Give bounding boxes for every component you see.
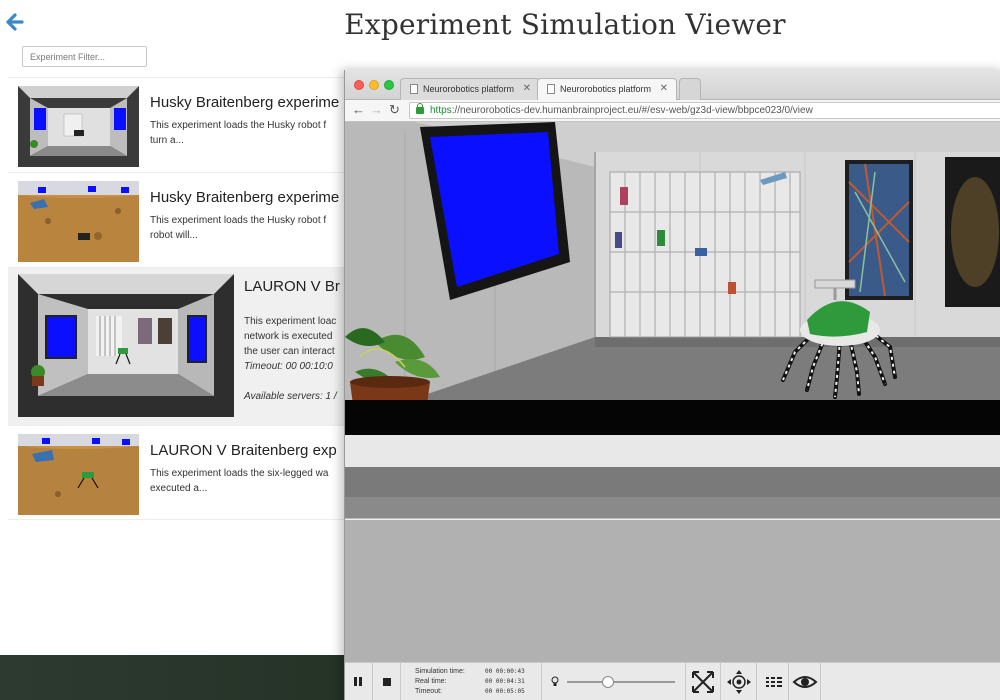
maximize-window-button[interactable]	[384, 80, 394, 90]
eye-icon	[792, 676, 818, 688]
close-tab-icon[interactable]: ✕	[523, 83, 531, 94]
divider	[541, 663, 542, 700]
viewport-band	[345, 467, 1000, 497]
page: Experiment Simulation Viewer Husky Brait…	[0, 0, 1000, 700]
address-bar[interactable]: https://neurorobotics-dev.humanbrainproj…	[409, 102, 1000, 119]
browser-back-icon[interactable]: ←	[352, 102, 365, 117]
experiment-list: Husky Braitenberg experime This experime…	[8, 77, 348, 520]
simulation-3d-viewport[interactable]	[345, 122, 1000, 435]
slider-handle[interactable]	[602, 676, 615, 688]
experiment-thumbnail[interactable]	[18, 274, 234, 417]
timeout-value: 00 00:05:05	[485, 688, 525, 695]
document-icon	[547, 84, 555, 94]
pause-button[interactable]	[345, 663, 373, 700]
experiment-title: Husky Braitenberg experime	[150, 189, 340, 206]
experiment-timeout: Timeout: 00 00:10:0	[244, 361, 333, 372]
timer-row: Simulation time: 00 00:00:43	[415, 667, 525, 677]
robot-view-button[interactable]	[757, 663, 789, 700]
move-arrows-icon	[692, 671, 714, 693]
experiment-item[interactable]: LAURON V Braitenberg exp This experiment…	[8, 425, 348, 520]
browser-toolbar: ← → ↻ https://neurorobotics-dev.humanbra…	[345, 100, 1000, 122]
experiment-item[interactable]: Husky Braitenberg experime This experime…	[8, 77, 348, 172]
sim-time-label: Simulation time:	[415, 668, 465, 675]
move-object-button[interactable]	[685, 663, 721, 700]
timer-row: Timeout: 00 00:05:05	[415, 687, 525, 697]
navigation-cross-icon	[727, 670, 751, 694]
experiment-description: This experiment loac network is executed…	[244, 299, 348, 419]
url-text: ://neurorobotics-dev.humanbrainproject.e…	[451, 105, 813, 116]
viewport-band	[345, 435, 1000, 467]
stop-icon	[383, 678, 391, 686]
reload-icon[interactable]: ↻	[389, 102, 400, 118]
experiment-description: This experiment loads the Husky robot f …	[150, 215, 327, 241]
viewport-band	[345, 497, 1000, 519]
document-icon	[410, 84, 418, 94]
light-intensity-slider[interactable]	[567, 681, 675, 683]
simulation-controls-bar: Simulation time: 00 00:00:43 Real time: 00…	[345, 662, 1000, 700]
experiment-available-servers: Available servers: 1 /	[244, 391, 337, 402]
experiment-description-text: This experiment loac network is executed…	[244, 316, 337, 357]
experiment-description: This experiment loads the Husky robot f …	[150, 120, 327, 146]
viewport-band	[345, 520, 1000, 662]
experiment-title: LAURON V Braitenberg exp	[150, 442, 337, 459]
experiment-title: Husky Braitenberg experime	[150, 94, 340, 111]
real-time-label: Real time:	[415, 678, 447, 685]
lock-icon	[416, 103, 424, 114]
sim-time-value: 00 00:00:43	[485, 668, 525, 675]
experiment-thumbnail[interactable]	[18, 434, 139, 515]
lightbulb-icon	[551, 676, 559, 686]
close-tab-icon[interactable]: ✕	[660, 83, 668, 94]
experiment-thumbnail[interactable]	[18, 86, 139, 167]
navigation-mode-button[interactable]	[721, 663, 757, 700]
minimize-window-button[interactable]	[369, 80, 379, 90]
visibility-button[interactable]	[789, 663, 821, 700]
browser-tab-label: Neurorobotics platform	[423, 84, 515, 94]
browser-tab-active[interactable]: Neurorobotics platform ✕	[537, 78, 677, 101]
stop-button[interactable]	[373, 663, 401, 700]
url-scheme: https	[430, 105, 452, 116]
real-time-value: 00 00:04:31	[485, 678, 525, 685]
timer-row: Real time: 00 00:04:31	[415, 677, 525, 687]
page-title: Experiment Simulation Viewer	[344, 8, 786, 41]
browser-tab-bar: Neurorobotics platform ✕ Neurorobotics p…	[345, 70, 1000, 101]
browser-forward-icon[interactable]: →	[370, 102, 383, 117]
pause-icon	[354, 677, 362, 686]
experiment-item-selected[interactable]: LAURON V Br This experiment loac network…	[8, 267, 348, 425]
experiment-title: LAURON V Br	[244, 278, 340, 295]
experiment-thumbnail[interactable]	[18, 181, 139, 262]
close-window-button[interactable]	[354, 80, 364, 90]
new-tab-button[interactable]	[679, 78, 701, 100]
browser-tab[interactable]: Neurorobotics platform ✕	[400, 78, 540, 100]
browser-tab-label: Neurorobotics platform	[560, 84, 652, 94]
robot-grid-icon	[766, 676, 782, 688]
simulation-timers: Simulation time: 00 00:00:43 Real time: 00…	[415, 667, 525, 697]
experiment-description: This experiment loads the six-legged wa …	[150, 468, 329, 494]
browser-window: Neurorobotics platform ✕ Neurorobotics p…	[344, 70, 1000, 700]
experiment-filter-input[interactable]	[22, 46, 147, 67]
timeout-label: Timeout:	[415, 688, 442, 695]
experiment-item[interactable]: Husky Braitenberg experime This experime…	[8, 172, 348, 267]
